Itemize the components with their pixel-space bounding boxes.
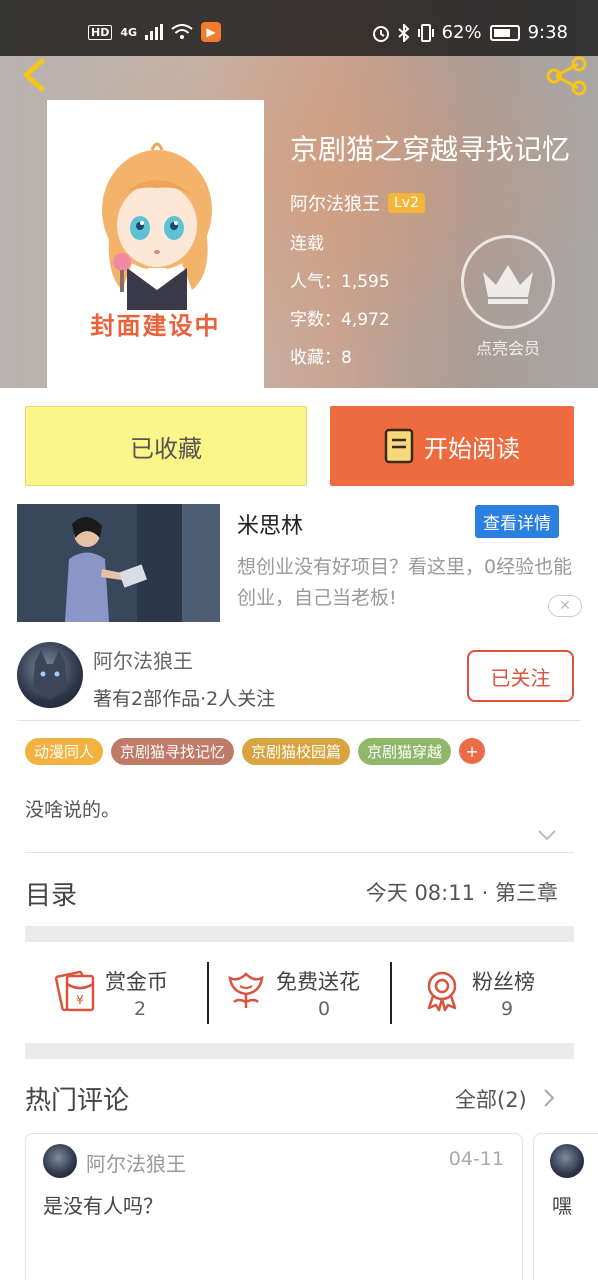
section-separator <box>25 1043 574 1059</box>
comment-text: 是没有人吗？ <box>43 1194 163 1218</box>
divider <box>17 720 581 721</box>
hot-comments-label: 热门评论 <box>25 1086 130 1116</box>
comment-card[interactable]: 阿尔法狼王 04-11 是没有人吗？ <box>25 1133 523 1280</box>
tag-item[interactable]: 京剧猫寻找记忆 <box>111 738 235 765</box>
all-comments-link[interactable]: 全部(2) <box>455 1084 527 1114</box>
stat-divider <box>390 962 392 1024</box>
stat-value: 9 <box>500 998 514 1020</box>
signal-label: 4G <box>120 25 138 39</box>
free-flower-button[interactable]: 免费送花 0 <box>224 960 384 1024</box>
ad-image[interactable] <box>17 504 220 622</box>
back-arrow-icon[interactable] <box>18 58 48 92</box>
cover-illustration <box>102 142 212 310</box>
vip-label: 点亮会员 <box>475 339 540 358</box>
vip-button[interactable]: 点亮会员 <box>460 235 556 359</box>
stat-name: 免费送花 <box>276 970 360 994</box>
signal-icon <box>145 24 164 40</box>
flower-icon <box>228 972 264 1008</box>
book-cover[interactable]: 封面建设中 <box>47 100 264 388</box>
wolf-avatar-image <box>33 650 67 700</box>
vibrate-icon <box>417 23 434 42</box>
commenter-avatar[interactable] <box>43 1144 77 1178</box>
alarm-icon <box>372 25 389 42</box>
tag-item[interactable]: 京剧猫校园篇 <box>242 738 351 765</box>
rosette-icon <box>427 971 457 1012</box>
divider <box>25 852 574 853</box>
ad-photo <box>17 504 220 622</box>
stat-name: 赏金币 <box>105 970 168 994</box>
hd-badge: HD <box>88 24 113 40</box>
commenter-avatar[interactable] <box>550 1144 584 1178</box>
toc-label[interactable]: 目录 <box>25 875 77 912</box>
comment-text: 嘿 <box>552 1194 572 1218</box>
bluetooth-icon <box>397 23 410 42</box>
comment-card[interactable]: 嘿 <box>533 1133 598 1280</box>
tag-item[interactable]: 京剧猫穿越 <box>358 738 452 765</box>
follow-button[interactable]: 已关注 <box>467 650 574 702</box>
cover-placeholder-text: 封面建设中 <box>90 312 221 340</box>
tag-list: 动漫同人 京剧猫寻找记忆 京剧猫校园篇 京剧猫穿越 + <box>25 738 486 765</box>
author-avatar[interactable] <box>17 642 83 708</box>
status-bar: HD 4G ▶ 62% 9:38 <box>0 0 598 56</box>
red-envelope-icon: ¥ <box>54 970 95 1012</box>
commenter-name[interactable]: 阿尔法狼王 <box>86 1148 186 1177</box>
reward-coins-button[interactable]: ¥ 赏金币 2 <box>53 960 203 1024</box>
ad-text[interactable]: 想创业没有好项目？看这里，0经验也能创业，自己当老板! <box>237 552 582 614</box>
book-description: 没啥说的。 <box>25 799 121 821</box>
fan-ranking-button[interactable]: 粉丝榜 9 <box>420 960 570 1024</box>
tag-item[interactable]: 动漫同人 <box>25 738 104 765</box>
share-icon[interactable] <box>544 56 588 96</box>
crown-icon <box>483 265 533 304</box>
section-separator <box>25 926 574 942</box>
book-title: 京剧猫之穿越寻找记忆 <box>290 133 571 166</box>
book-author[interactable]: 阿尔法狼王 <box>290 190 380 216</box>
toc-latest-chapter[interactable]: 今天 08:11 · 第三章 <box>366 877 558 907</box>
stat-divider <box>207 962 209 1024</box>
stat-name: 粉丝榜 <box>472 970 535 994</box>
ad-close-button[interactable]: ✕ <box>548 595 582 617</box>
ad-title: 米思林 <box>237 514 304 539</box>
add-tag-button[interactable]: + <box>459 738 486 764</box>
wifi-icon <box>171 24 193 39</box>
stat-value: 2 <box>133 998 147 1020</box>
battery-percent: 62% <box>441 22 482 43</box>
comment-date: 04-11 <box>448 1148 504 1170</box>
level-badge: Lv2 <box>388 193 425 213</box>
ad-detail-button[interactable]: 查看详情 <box>475 505 559 538</box>
author-name[interactable]: 阿尔法狼王 <box>93 645 193 674</box>
chevron-right-icon[interactable] <box>542 1088 556 1108</box>
app-notification-icon: ▶ <box>201 22 222 42</box>
start-reading-button[interactable]: 开始阅读 <box>330 406 574 486</box>
stat-value: 0 <box>317 998 331 1020</box>
battery-icon <box>489 24 520 41</box>
clock: 9:38 <box>527 22 568 43</box>
svg-text:¥: ¥ <box>76 993 84 1007</box>
book-icon <box>384 428 414 464</box>
collected-button[interactable]: 已收藏 <box>25 406 307 486</box>
start-reading-label: 开始阅读 <box>424 434 520 463</box>
author-meta: 著有2部作品·2人关注 <box>93 688 276 710</box>
chevron-right-icon[interactable] <box>542 881 556 901</box>
chevron-down-icon[interactable] <box>537 828 557 842</box>
